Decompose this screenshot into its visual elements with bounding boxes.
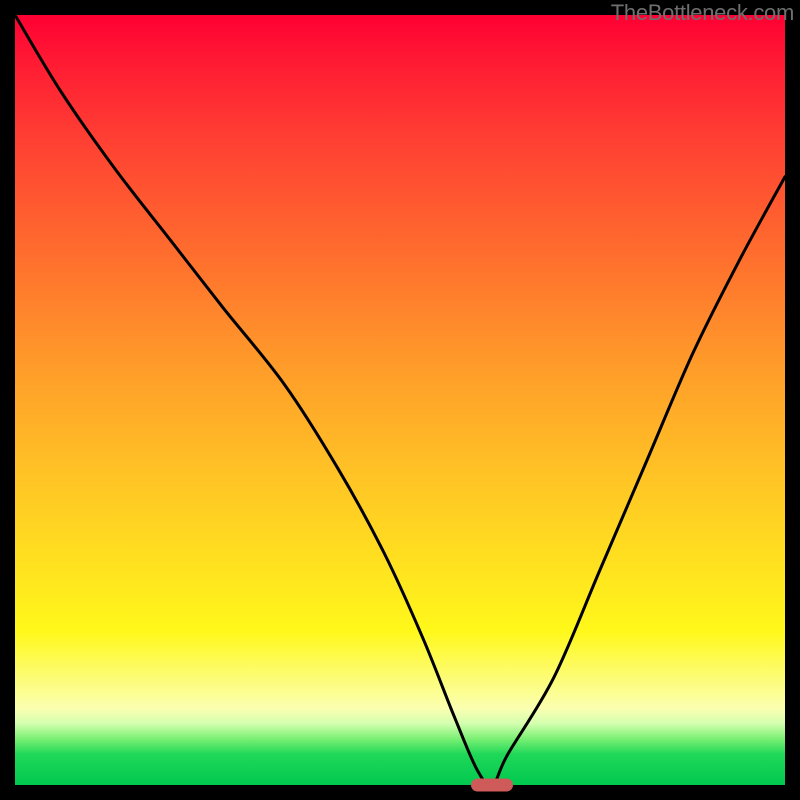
- bottleneck-curve: [15, 15, 785, 785]
- optimal-marker: [471, 779, 513, 792]
- plot-area: [15, 15, 785, 785]
- watermark-text: TheBottleneck.com: [611, 0, 794, 26]
- chart-frame: TheBottleneck.com: [0, 0, 800, 800]
